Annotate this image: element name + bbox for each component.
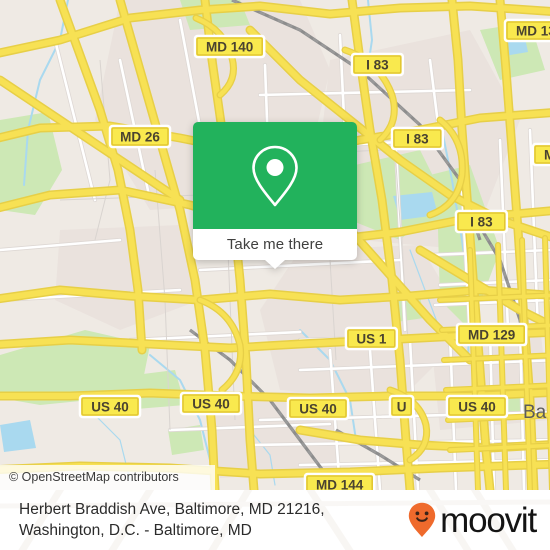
route-shield: I 83 [390, 126, 445, 151]
address-block: Herbert Braddish Ave, Baltimore, MD 2121… [19, 499, 325, 541]
take-me-there-button[interactable]: Take me there [193, 229, 357, 269]
attribution-text: © OpenStreetMap contributors [9, 470, 179, 485]
route-shield-label: MD 26 [120, 130, 160, 145]
map-attribution[interactable]: © OpenStreetMap contributors [0, 465, 215, 490]
moovit-map-screenshot: .rdcase{stroke:#e7cf47;fill:none;stroke-… [0, 0, 550, 550]
route-shield: US 40 [286, 396, 350, 421]
route-shield: MD 129 [455, 322, 528, 347]
route-shield-label: US 40 [91, 400, 129, 415]
route-shield-label: I 83 [406, 132, 429, 147]
route-shield: MD 140 [193, 34, 266, 59]
route-shield-label: U [397, 400, 407, 415]
route-shield-label: I 83 [366, 58, 389, 73]
route-shield-label: MD 139 [544, 148, 550, 163]
route-shield: US 1 [344, 326, 399, 351]
footer-bar: Herbert Braddish Ave, Baltimore, MD 2121… [0, 490, 550, 550]
route-shield: I 83 [454, 209, 509, 234]
route-shield-label: US 40 [192, 397, 230, 412]
moovit-smiley-pin-icon [408, 502, 436, 537]
route-shield-label: MD 140 [206, 40, 253, 55]
route-shield-label: I 83 [470, 215, 493, 230]
map-city-label: Ba [523, 402, 547, 423]
take-me-there-callout[interactable]: Take me there [193, 122, 357, 269]
route-shield-label: MD 144 [316, 478, 364, 491]
map-pin-icon [252, 145, 298, 206]
moovit-wordmark: moovit [440, 500, 537, 540]
address-line-2: Washington, D.C. - Baltimore, MD [19, 522, 252, 539]
address-line-1: Herbert Braddish Ave, Baltimore, MD 2121… [19, 501, 325, 518]
route-shield: I 83 [350, 52, 405, 77]
route-shield: MD 139 [531, 142, 550, 167]
callout-icon-area [193, 122, 357, 229]
route-shield: MD 139 [503, 18, 550, 43]
moovit-logo[interactable]: moovit [408, 500, 537, 540]
route-shield: MD 144 [303, 472, 376, 491]
route-shield-label: US 1 [356, 332, 387, 347]
route-shield-label: MD 139 [516, 24, 550, 39]
route-shield-label: US 40 [299, 402, 337, 417]
route-shield-label: US 40 [458, 400, 496, 415]
route-shield: US 40 [179, 391, 243, 416]
take-me-there-label: Take me there [226, 236, 324, 253]
route-shield: US 40 [78, 394, 142, 419]
callout-pointer-tail [265, 260, 285, 269]
route-shield-label: MD 129 [468, 328, 515, 343]
route-shield: U [388, 394, 415, 419]
route-shield: MD 26 [108, 124, 172, 149]
route-shield: US 40 [445, 394, 509, 419]
